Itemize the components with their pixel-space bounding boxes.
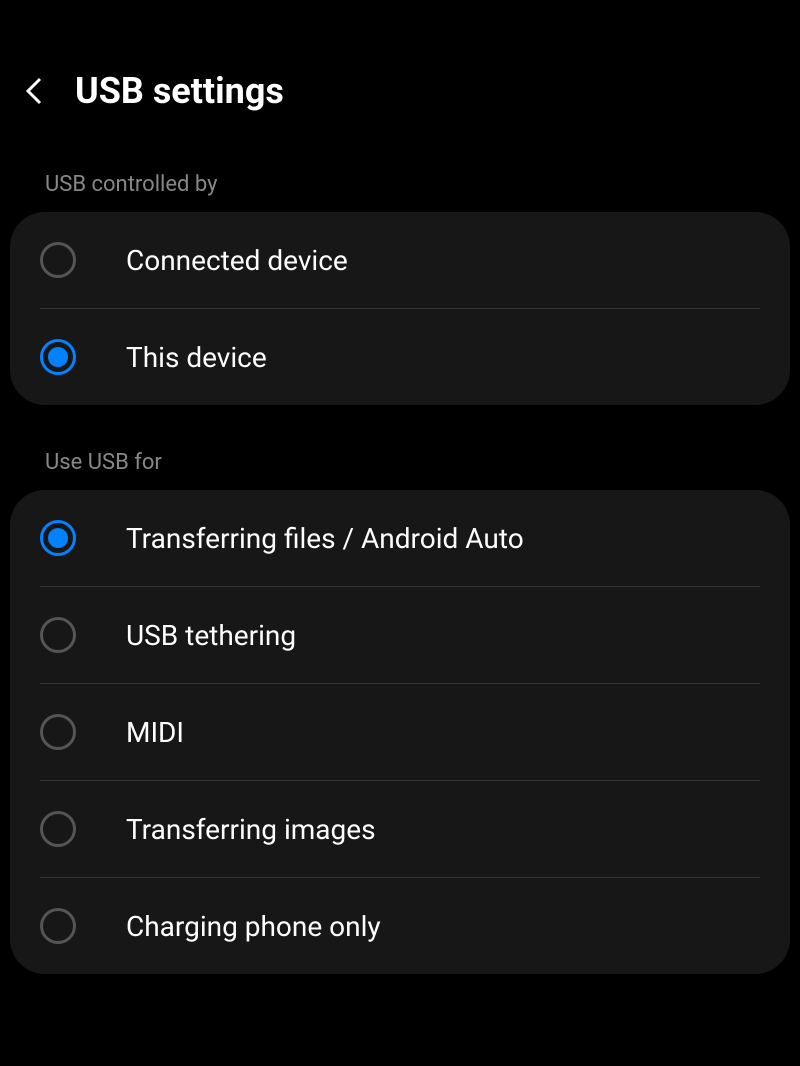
option-transferring-files[interactable]: Transferring files / Android Auto [40, 490, 760, 587]
radio-unselected-icon [40, 242, 76, 278]
radio-unselected-icon [40, 714, 76, 750]
radio-unselected-icon [40, 908, 76, 944]
option-label: This device [126, 341, 267, 374]
option-label: Transferring files / Android Auto [126, 522, 524, 555]
option-this-device[interactable]: This device [40, 309, 760, 405]
option-charging-only[interactable]: Charging phone only [40, 878, 760, 974]
option-connected-device[interactable]: Connected device [40, 212, 760, 309]
option-usb-tethering[interactable]: USB tethering [40, 587, 760, 684]
back-icon[interactable] [20, 76, 50, 106]
card-use-for: Transferring files / Android Auto USB te… [10, 490, 790, 974]
radio-selected-icon [40, 339, 76, 375]
option-label: USB tethering [126, 619, 296, 652]
option-label: Transferring images [126, 813, 376, 846]
page-title: USB settings [75, 70, 284, 112]
option-midi[interactable]: MIDI [40, 684, 760, 781]
section-label-use-for: Use USB for [0, 440, 800, 490]
header: USB settings [0, 0, 800, 162]
option-label: MIDI [126, 716, 184, 749]
radio-unselected-icon [40, 617, 76, 653]
section-label-controlled-by: USB controlled by [0, 162, 800, 212]
option-label: Charging phone only [126, 910, 381, 943]
option-transferring-images[interactable]: Transferring images [40, 781, 760, 878]
radio-unselected-icon [40, 811, 76, 847]
radio-selected-icon [40, 520, 76, 556]
option-label: Connected device [126, 244, 348, 277]
card-controlled-by: Connected device This device [10, 212, 790, 405]
